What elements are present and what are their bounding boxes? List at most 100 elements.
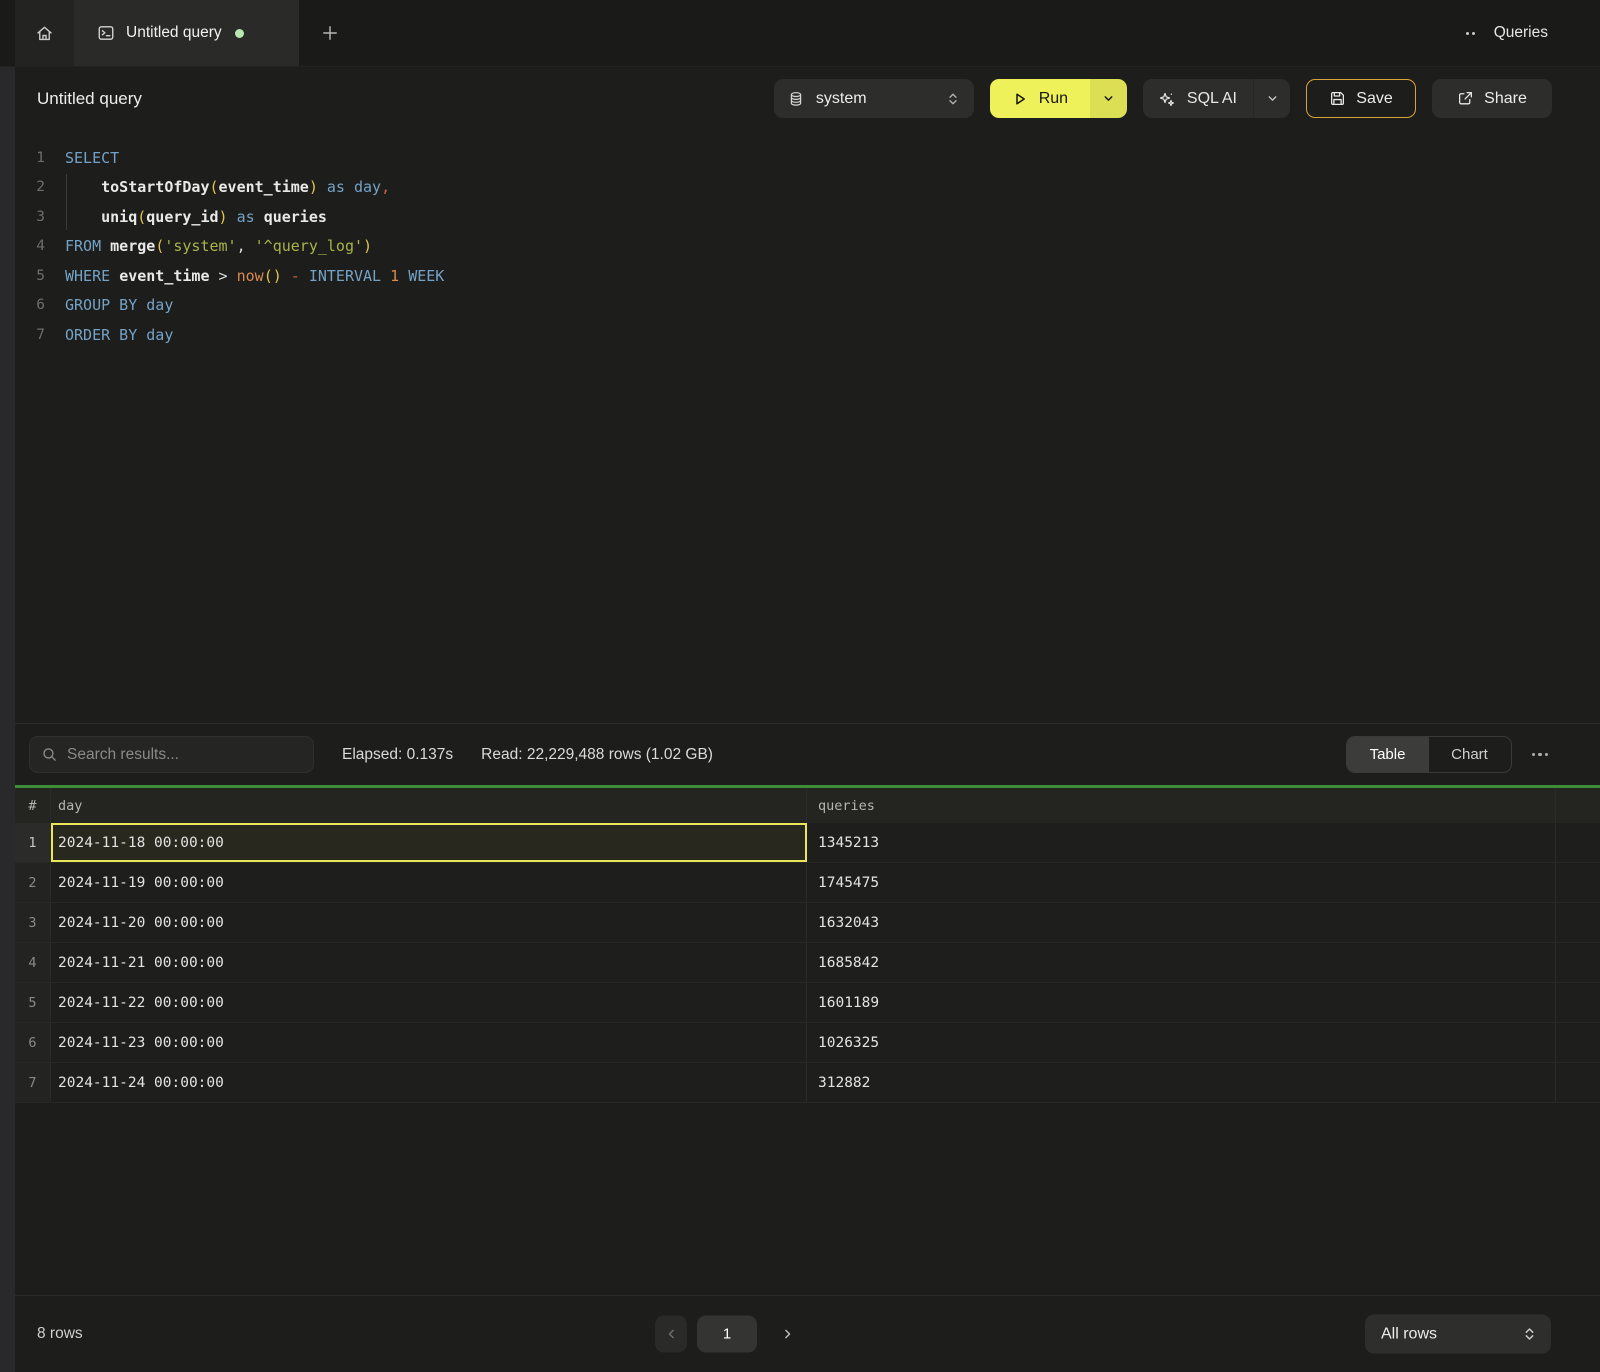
current-page-button[interactable]: 1: [697, 1316, 757, 1353]
row-number[interactable]: 1: [15, 823, 51, 862]
sparkles-icon: [1158, 90, 1176, 108]
results-table-header: # day queries: [0, 788, 1600, 823]
column-header-queries[interactable]: queries: [807, 788, 1556, 823]
cell-queries[interactable]: 1685842: [807, 943, 1556, 982]
cell-day[interactable]: 2024-11-20 00:00:00: [51, 903, 807, 942]
cell-queries[interactable]: 1632043: [807, 903, 1556, 942]
more-tabs-icon[interactable]: [1462, 28, 1479, 39]
code-text: GROUP BY day: [65, 296, 173, 314]
column-header-day[interactable]: day: [51, 788, 807, 823]
run-options-button[interactable]: [1090, 79, 1127, 118]
search-results-input[interactable]: [29, 736, 314, 773]
chevron-updown-icon: [1522, 1326, 1537, 1343]
row-number[interactable]: 4: [15, 943, 51, 982]
code-line[interactable]: 2 toStartOfDay(event_time) as day,: [0, 173, 1600, 203]
cell-queries[interactable]: 1345213: [807, 823, 1556, 862]
row-number[interactable]: 5: [15, 983, 51, 1022]
tab-title: Untitled query: [126, 24, 222, 42]
tab-chart-view[interactable]: Chart: [1429, 737, 1511, 772]
row-padding: [1556, 983, 1600, 1022]
table-row: 62024-11-23 00:00:001026325: [0, 1023, 1600, 1063]
database-select[interactable]: system: [774, 79, 974, 118]
sql-ai-options-button[interactable]: [1253, 79, 1290, 118]
page-title: Untitled query: [37, 89, 142, 109]
new-tab-button[interactable]: [299, 0, 361, 66]
line-number: 6: [15, 297, 45, 313]
line-number: 1: [15, 150, 45, 166]
row-padding: [1556, 903, 1600, 942]
tab-bar-right: Queries: [1462, 0, 1600, 66]
code-text: uniq(query_id) as queries: [65, 208, 327, 226]
elapsed-stat: Elapsed: 0.137s: [342, 746, 453, 764]
row-number[interactable]: 6: [15, 1023, 51, 1062]
table-row: 32024-11-20 00:00:001632043: [0, 903, 1600, 943]
search-icon: [41, 746, 58, 763]
code-line[interactable]: 1 SELECT: [0, 143, 1600, 173]
header-actions: system Run: [774, 79, 1552, 118]
pagination: 1: [655, 1316, 801, 1353]
code-line[interactable]: 5 WHERE event_time > now() - INTERVAL 1 W…: [0, 261, 1600, 291]
cell-day[interactable]: 2024-11-19 00:00:00: [51, 863, 807, 902]
indent-guide: [66, 174, 67, 230]
sql-ai-button-label: SQL AI: [1187, 90, 1237, 108]
save-button-label: Save: [1356, 90, 1392, 108]
row-padding: [1556, 1063, 1600, 1102]
results-footer: 8 rows 1 All rows: [0, 1295, 1600, 1372]
run-button-group: Run: [990, 79, 1127, 118]
sql-editor[interactable]: 1 SELECT 2 toStartOfDay(event_time) as day…: [0, 130, 1600, 723]
cell-day[interactable]: 2024-11-22 00:00:00: [51, 983, 807, 1022]
next-page-button[interactable]: [773, 1316, 801, 1353]
code-text: toStartOfDay(event_time) as day,: [65, 178, 390, 196]
line-number: 7: [15, 327, 45, 343]
code-text: ORDER BY day: [65, 326, 173, 344]
query-header: Untitled query system Run: [0, 67, 1600, 130]
cell-queries[interactable]: 312882: [807, 1063, 1556, 1102]
row-padding: [1556, 863, 1600, 902]
page-size-select[interactable]: All rows: [1365, 1315, 1551, 1354]
tab-untitled-query[interactable]: Untitled query: [74, 0, 299, 66]
home-icon: [35, 24, 54, 43]
code-text: SELECT: [65, 149, 119, 167]
code-lines: 1 SELECT 2 toStartOfDay(event_time) as day…: [0, 143, 1600, 350]
chevron-updown-icon: [946, 91, 960, 107]
row-padding: [1556, 943, 1600, 982]
line-number: 5: [15, 268, 45, 284]
cell-day[interactable]: 2024-11-23 00:00:00: [51, 1023, 807, 1062]
share-button[interactable]: Share: [1432, 79, 1552, 118]
results-toolbar-right: Table Chart: [1346, 736, 1551, 773]
window-left-edge: [0, 67, 15, 1372]
previous-page-button[interactable]: [655, 1316, 687, 1353]
queries-link[interactable]: Queries: [1494, 24, 1548, 42]
column-header-padding: [1556, 788, 1600, 823]
sql-ai-button[interactable]: SQL AI: [1143, 79, 1253, 118]
row-number[interactable]: 7: [15, 1063, 51, 1102]
cell-day[interactable]: 2024-11-24 00:00:00: [51, 1063, 807, 1102]
code-line[interactable]: 3 uniq(query_id) as queries: [0, 202, 1600, 232]
cell-queries[interactable]: 1026325: [807, 1023, 1556, 1062]
share-button-label: Share: [1484, 90, 1527, 108]
table-row: 42024-11-21 00:00:001685842: [0, 943, 1600, 983]
save-button[interactable]: Save: [1306, 79, 1416, 118]
sql-console-window: Untitled query Queries Untitled query sy…: [0, 0, 1600, 1372]
run-button[interactable]: Run: [990, 79, 1090, 118]
code-line[interactable]: 6 GROUP BY day: [0, 291, 1600, 321]
table-row: 52024-11-22 00:00:001601189: [0, 983, 1600, 1023]
row-number[interactable]: 3: [15, 903, 51, 942]
code-text: WHERE event_time > now() - INTERVAL 1 WE…: [65, 267, 444, 285]
tab-table-view[interactable]: Table: [1347, 737, 1429, 772]
sql-ai-button-group: SQL AI: [1143, 79, 1290, 118]
cell-queries[interactable]: 1601189: [807, 983, 1556, 1022]
table-row: 12024-11-18 00:00:001345213: [0, 823, 1600, 863]
cell-day[interactable]: 2024-11-21 00:00:00: [51, 943, 807, 982]
results-table: # day queries 12024-11-18 00:00:00134521…: [0, 788, 1600, 1143]
code-line[interactable]: 7 ORDER BY day: [0, 320, 1600, 350]
cell-queries[interactable]: 1745475: [807, 863, 1556, 902]
search-results-wrap: [29, 736, 314, 773]
row-number[interactable]: 2: [15, 863, 51, 902]
table-row: 72024-11-24 00:00:00312882: [0, 1063, 1600, 1103]
home-tab[interactable]: [15, 0, 74, 66]
cell-day[interactable]: 2024-11-18 00:00:00: [51, 823, 807, 862]
results-more-menu-icon[interactable]: [1530, 747, 1551, 763]
code-line[interactable]: 4FROM merge('system', '^query_log'): [0, 232, 1600, 262]
column-header-index[interactable]: #: [15, 788, 51, 823]
